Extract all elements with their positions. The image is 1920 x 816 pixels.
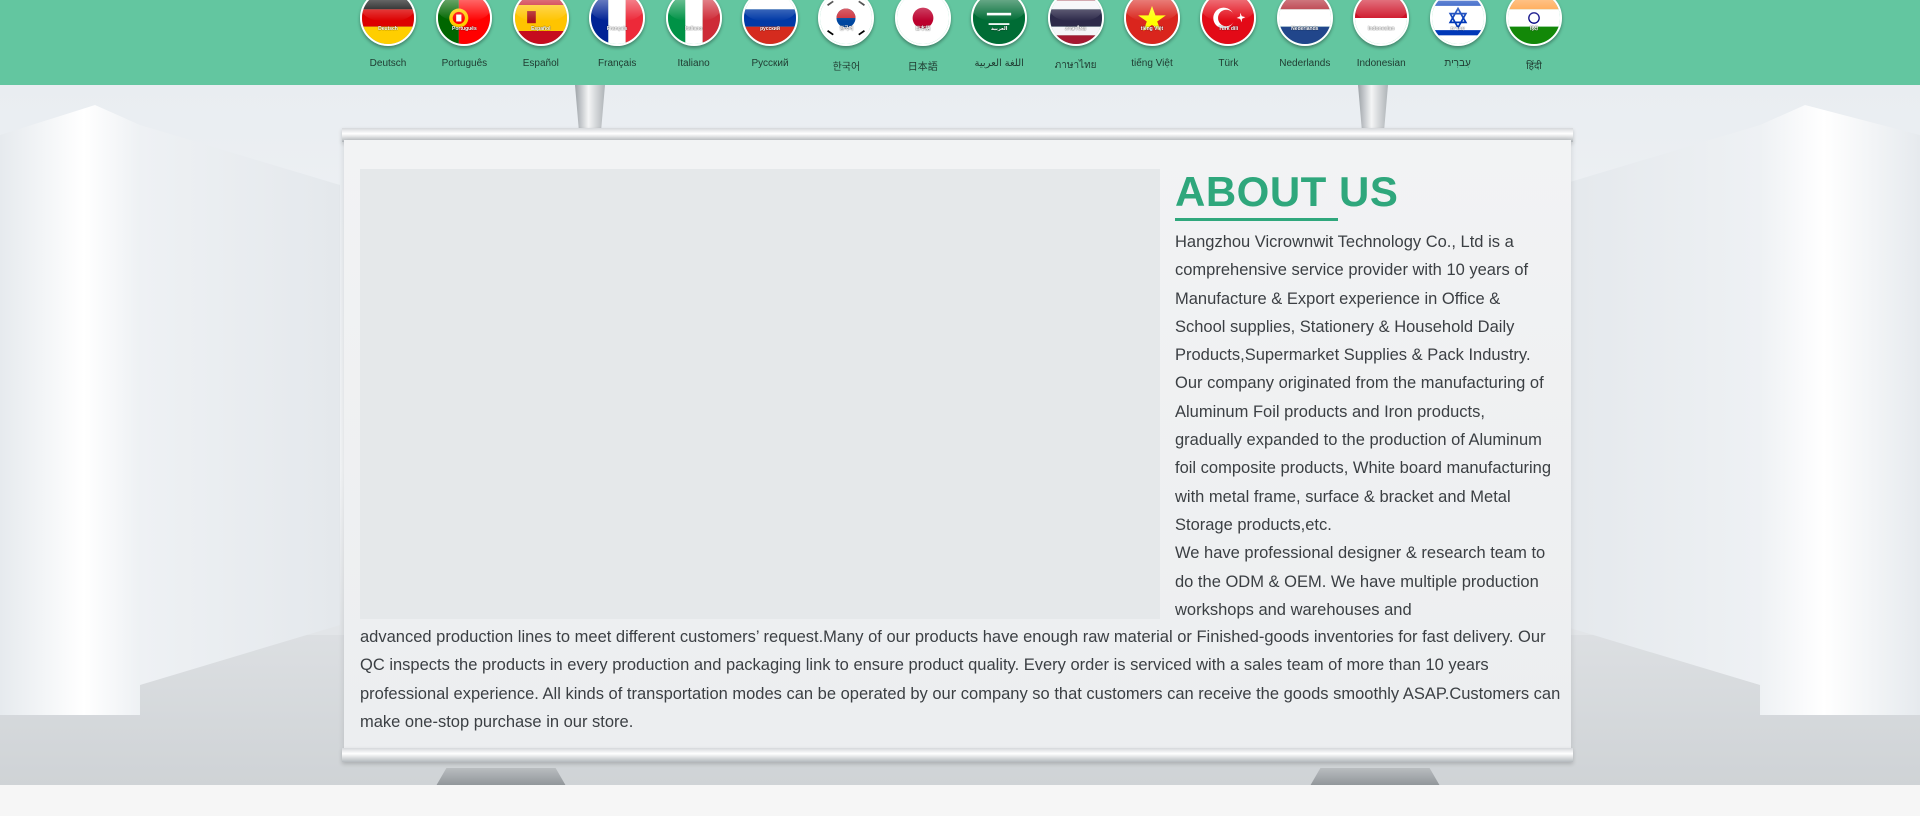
flag-caption: Português [452,26,477,32]
flag-caption: ภาษาไทย [1065,26,1087,32]
page-bottom-strip [0,785,1920,816]
kr-flag-icon: 한국어 [818,0,875,46]
language-option-hi[interactable]: हिंदी हिंदी [1496,0,1572,85]
in-flag-icon: हिंदी [1506,0,1562,46]
flag-caption: العربية [990,26,1008,32]
flag-caption: Español [531,26,551,32]
left-wall [0,105,140,715]
it-flag-icon: Italiano [665,0,722,46]
board-bottom-rail [342,748,1573,762]
flag-caption: tiếng Việt [1140,26,1164,32]
flag-caption: Français [606,26,628,32]
tr-flag-icon: Türk dili [1200,0,1257,46]
left-inner-wall [140,125,340,685]
about-paragraph: Our company originated from the manufact… [1175,374,1552,534]
flag-caption: हिंदी [1530,26,1538,32]
language-option-vi[interactable]: tiếng Việt tiếng Việt [1114,0,1190,85]
vn-flag-icon: tiếng Việt [1124,0,1180,46]
language-bar: Deutsch Deutsch Português Português Español E… [0,0,1920,85]
flag-caption: 日本語 [915,26,931,32]
de-flag-icon: Deutsch [360,0,416,46]
jp-flag-icon: 日本語 [894,0,951,46]
about-continued-text: advanced production lines to meet differ… [360,628,1561,731]
language-option-pt[interactable]: Português Português [426,0,502,85]
sa-flag-icon: العربية [971,0,1028,46]
language-option-id[interactable]: Indonesian Indonesian [1343,0,1419,85]
about-board: ABOUT US Hangzhou Vicrownwit Technology … [344,140,1571,750]
language-option-de[interactable]: Deutsch Deutsch [350,0,426,85]
language-option-es[interactable]: Español Español [503,0,579,85]
ru-flag-icon: русский [742,0,798,46]
flag-caption: Deutsch [378,26,398,32]
th-flag-icon: ภาษาไทย [1047,0,1104,46]
es-flag-icon: Español [512,0,569,46]
language-option-it[interactable]: Italiano Italiano [656,0,732,85]
nl-flag-icon: Nederlands [1276,0,1333,46]
language-option-ar[interactable]: العربية اللغة العربية [961,0,1037,85]
language-option-ja[interactable]: 日本語 日本語 [885,0,961,85]
pt-flag-icon: Português [436,0,493,46]
about-intro-text: Hangzhou Vicrownwit Technology Co., Ltd … [1175,228,1555,624]
idn-flag-icon: Indonesian [1353,0,1410,46]
il-flag-icon: עִברִית [1429,0,1486,46]
language-option-ru[interactable]: русский Русский [732,0,808,85]
language-option-fr[interactable]: Français Français [579,0,655,85]
language-option-ko[interactable]: 한국어 한국어 [808,0,884,85]
fr-flag-icon: Français [589,0,646,46]
language-label: हिंदी [1526,61,1542,72]
flag-caption: 한국어 [839,26,854,32]
board-foot-right [1310,768,1440,786]
about-title: ABOUT US [1175,168,1399,215]
about-media-placeholder [360,169,1160,619]
board-foot-left [436,768,566,786]
right-wall [1760,105,1920,715]
flag-caption: Indonesian [1367,26,1395,32]
flag-caption: Nederlands [1291,26,1319,32]
flag-caption: Türk dili [1218,26,1239,32]
language-option-tr[interactable]: Türk dili Türk [1190,0,1266,85]
language-option-th[interactable]: ภาษาไทย ภาษาไทย [1038,0,1114,85]
flag-caption: עִברִית [1450,26,1465,32]
title-underline [1175,218,1338,221]
flag-caption: русский [760,26,780,32]
right-inner-wall [1560,125,1760,685]
about-paragraph: Hangzhou Vicrownwit Technology Co., Ltd … [1175,233,1531,365]
flag-caption: Italiano [684,26,703,32]
language-option-nl[interactable]: Nederlands Nederlands [1267,0,1343,85]
language-option-he[interactable]: עִברִית עִברִית [1420,0,1496,85]
about-paragraph: We have professional designer & research… [1175,544,1546,619]
